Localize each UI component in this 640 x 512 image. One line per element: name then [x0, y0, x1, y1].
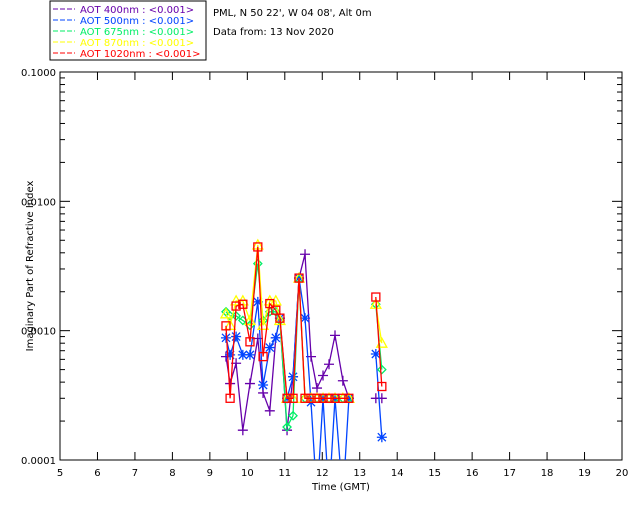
- x-tick-label: 7: [132, 468, 138, 479]
- data-point: [318, 370, 329, 381]
- x-axis-label: Time (GMT): [311, 482, 370, 493]
- data-point: [312, 383, 323, 394]
- data-point: [324, 494, 334, 504]
- x-tick-label: 12: [316, 468, 329, 479]
- data-point: [330, 330, 341, 341]
- data-point: [258, 380, 269, 391]
- series-group: [219, 238, 388, 504]
- x-tick-label: 10: [241, 468, 254, 479]
- data-point: [288, 371, 299, 382]
- y-axis-label: Imaginary Part of Refractive Index: [25, 181, 36, 352]
- data-point: [300, 249, 311, 260]
- x-tick-label: 8: [169, 468, 175, 479]
- data-point: [338, 494, 348, 504]
- x-tick-label: 14: [391, 468, 404, 479]
- x-tick-label: 11: [278, 468, 291, 479]
- x-tick-label: 13: [353, 468, 366, 479]
- x-tick-label: 18: [541, 468, 554, 479]
- x-tick-label: 15: [428, 468, 441, 479]
- x-tick-label: 16: [466, 468, 479, 479]
- y-tick-label: 0.1000: [21, 68, 56, 79]
- site-info: PML, N 50 22', W 04 08', Alt 0m: [213, 8, 372, 19]
- data-point: [264, 342, 275, 353]
- legend-entry: AOT 1020nm : <0.001>: [80, 49, 200, 60]
- y-tick-label: 0.0001: [21, 456, 56, 467]
- series-4: [221, 242, 387, 403]
- data-point: [231, 331, 242, 342]
- x-tick-label: 19: [578, 468, 591, 479]
- data-point: [244, 378, 255, 389]
- data-point: [237, 425, 248, 436]
- data-point: [264, 405, 275, 416]
- data-point: [376, 432, 387, 443]
- data-point: [270, 332, 281, 343]
- chart: AOT 400nm : <0.001>AOT 500nm : <0.001>AO…: [21, 0, 629, 504]
- x-tick-label: 20: [616, 468, 629, 479]
- legend-entry: AOT 675nm : <0.001>: [80, 27, 194, 38]
- legend-entry: AOT 400nm : <0.001>: [80, 5, 194, 16]
- legend-entry: AOT 500nm : <0.001>: [80, 16, 194, 27]
- data-point: [244, 349, 255, 360]
- legend-entry: AOT 870nm : <0.001>: [80, 38, 194, 49]
- data-point: [324, 359, 335, 370]
- date-info: Data from: 13 Nov 2020: [213, 27, 334, 38]
- data-point: [312, 494, 322, 504]
- x-tick-label: 9: [207, 468, 213, 479]
- x-tick-label: 17: [503, 468, 516, 479]
- x-tick-label: 6: [94, 468, 100, 479]
- x-tick-label: 5: [57, 468, 63, 479]
- data-point: [337, 375, 348, 386]
